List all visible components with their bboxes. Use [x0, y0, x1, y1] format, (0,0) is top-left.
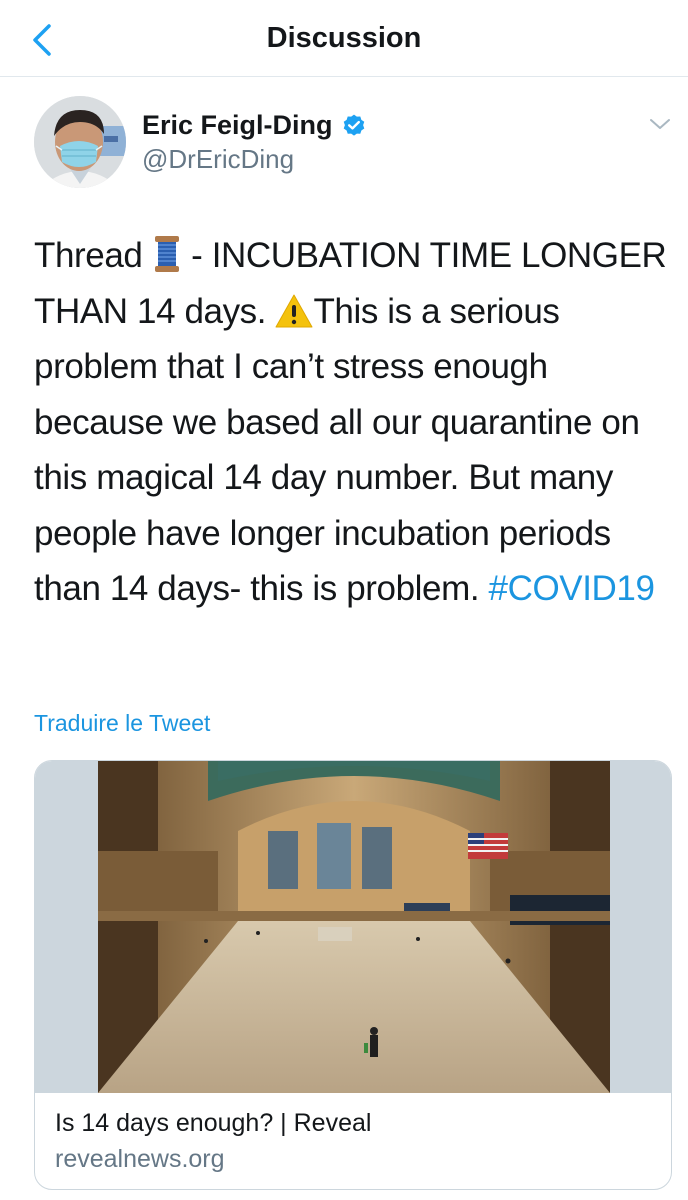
tweet-text-part3: This is a serious problem that I can’t s…	[34, 291, 640, 609]
author-name[interactable]: Eric Feigl-Ding	[142, 110, 333, 141]
chevron-left-icon	[33, 24, 51, 56]
grand-central-photo	[98, 761, 610, 1093]
tweet-text-part1: Thread	[34, 236, 152, 275]
link-card[interactable]: Is 14 days enough? | Reveal revealnews.o…	[34, 760, 672, 1190]
warning-emoji	[275, 294, 313, 327]
tweet-author: Eric Feigl-Ding @DrEricDing	[34, 96, 674, 190]
page-title: Discussion	[266, 21, 422, 54]
author-handle: @DrEricDing	[142, 144, 295, 174]
translate-tweet-link[interactable]: Traduire le Tweet	[34, 710, 210, 737]
card-image	[35, 761, 671, 1093]
card-title[interactable]: Is 14 days enough? | Reveal	[55, 1109, 371, 1138]
hashtag-link[interactable]: #COVID19	[489, 569, 655, 608]
tweet-text: Thread - INCUBATION TIME LONGER THAN 14 …	[34, 228, 674, 617]
card-domain: revealnews.org	[55, 1145, 225, 1173]
top-bar: Discussion	[0, 0, 688, 77]
author-name-row: Eric Feigl-Ding	[142, 110, 367, 141]
chevron-down-icon[interactable]	[646, 110, 674, 138]
spool-of-thread-emoji	[154, 236, 179, 272]
avatar[interactable]	[34, 96, 126, 188]
back-button[interactable]	[22, 20, 62, 60]
verified-badge-icon	[343, 114, 364, 136]
